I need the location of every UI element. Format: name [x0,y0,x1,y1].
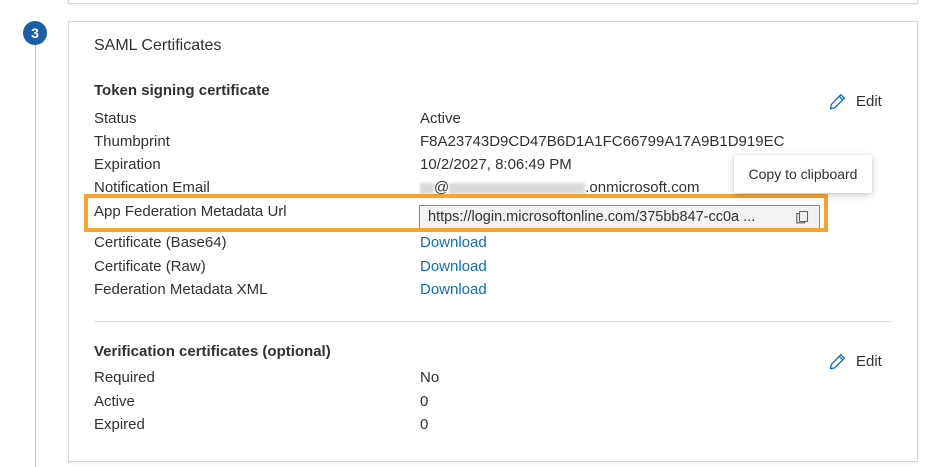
verification-expired-row: Expired 0 [94,416,854,436]
expiration-label: Expiration [94,156,161,173]
required-label: Required [94,369,155,386]
app-federation-metadata-url-label: App Federation Metadata Url [94,203,287,220]
token-signing-edit-button[interactable]: Edit [828,92,882,111]
edit-label: Edit [856,353,882,370]
thumbprint-row: Thumbprint F8A23743D9CD47B6D1A1FC66799A1… [94,133,854,153]
federation-metadata-xml-label: Federation Metadata XML [94,281,268,298]
thumbprint-label: Thumbprint [94,133,170,150]
status-label: Status [94,110,137,127]
step-connector-line [35,44,36,467]
verification-certificates-heading: Verification certificates (optional) [94,343,331,360]
certificate-base64-label: Certificate (Base64) [94,234,227,251]
copy-to-clipboard-button[interactable] [791,206,813,228]
edit-label: Edit [856,93,882,110]
required-row: Required No [94,369,854,389]
notification-email-label: Notification Email [94,179,210,196]
verification-active-row: Active 0 [94,393,854,413]
token-signing-certificate-heading: Token signing certificate [94,82,270,99]
certificate-raw-row: Certificate (Raw) Download [94,258,854,278]
required-value: No [420,369,440,386]
federation-metadata-xml-row: Federation Metadata XML Download [94,281,854,301]
copy-icon [796,210,809,224]
app-federation-metadata-url-field[interactable]: https://login.microsoftonline.com/375bb8… [419,205,820,229]
certificate-raw-download-link[interactable]: Download [420,258,487,275]
email-domain-suffix: .onmicrosoft.com [585,179,700,196]
verification-active-value: 0 [420,393,429,410]
saml-certificates-card: SAML Certificates Token signing certific… [68,21,918,462]
certificate-raw-label: Certificate (Raw) [94,258,206,275]
status-value: Active [420,110,461,127]
card-title: SAML Certificates [94,37,222,54]
certificate-base64-row: Certificate (Base64) Download [94,234,854,254]
thumbprint-value: F8A23743D9CD47B6D1A1FC66799A17A9B1D919EC [420,133,785,150]
certificate-base64-download-link[interactable]: Download [420,234,487,251]
step-number-badge: 3 [23,21,47,45]
verification-expired-value: 0 [420,416,429,433]
verification-active-label: Active [94,393,135,410]
redacted-email-tenant [449,182,586,194]
pencil-icon [829,93,846,110]
previous-section-card [68,0,918,4]
notification-email-value: @ .onmicrosoft.com [420,179,699,196]
section-divider [94,321,893,322]
app-federation-metadata-url-value[interactable]: https://login.microsoftonline.com/375bb8… [420,209,791,225]
verification-expired-label: Expired [94,416,145,433]
redacted-email-user [420,182,434,194]
email-at-sign: @ [434,179,450,196]
status-row: Status Active [94,110,854,130]
copy-to-clipboard-tooltip: Copy to clipboard [734,155,872,193]
expiration-value: 10/2/2027, 8:06:49 PM [420,156,572,173]
federation-metadata-xml-download-link[interactable]: Download [420,281,487,298]
